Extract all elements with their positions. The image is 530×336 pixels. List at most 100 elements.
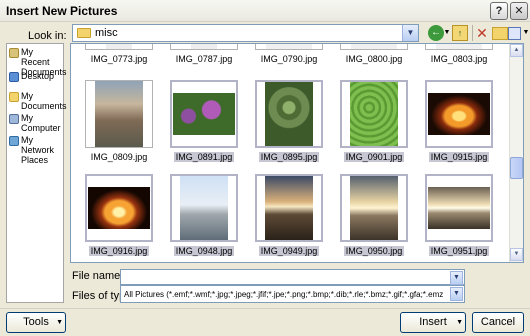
toolbar-separator bbox=[472, 25, 473, 41]
photo bbox=[436, 44, 482, 49]
files-of-type-value: All Pictures (*.emf;*.wmf;*.jpg;*.jpeg;*… bbox=[124, 290, 444, 299]
look-in-label: Look in: bbox=[28, 30, 67, 42]
cancel-button[interactable]: Cancel bbox=[472, 312, 524, 333]
file-name-label: File name: bbox=[72, 270, 124, 282]
file-name: IMG_0948.jpg bbox=[173, 246, 235, 256]
file-item[interactable]: IMG_0948.jpg bbox=[162, 174, 246, 262]
views-icon[interactable] bbox=[508, 27, 521, 40]
file-item[interactable]: IMG_0901.jpg bbox=[332, 80, 416, 170]
file-item[interactable]: IMG_0891.jpg bbox=[162, 80, 246, 170]
place-desktop[interactable]: Desktop bbox=[9, 71, 63, 82]
thumbnail bbox=[170, 174, 238, 242]
thumbnail bbox=[255, 80, 323, 148]
photo bbox=[106, 44, 132, 49]
place-my-documents[interactable]: My Documents bbox=[9, 91, 67, 111]
file-item[interactable]: IMG_0895.jpg bbox=[247, 80, 331, 170]
file-item[interactable]: IMG_0809.jpg bbox=[77, 80, 161, 170]
file-item[interactable]: IMG_0803.jpg bbox=[417, 44, 501, 72]
chevron-down-icon[interactable]: ▼ bbox=[450, 271, 463, 285]
file-item[interactable]: IMG_0773.jpg bbox=[77, 44, 161, 72]
thumbnail bbox=[170, 80, 238, 148]
my-computer-icon bbox=[9, 114, 19, 124]
photo bbox=[350, 176, 398, 240]
insert-label: Insert bbox=[419, 316, 447, 328]
files-of-type-select[interactable]: All Pictures (*.emf;*.wmf;*.jpg;*.jpeg;*… bbox=[120, 285, 465, 303]
thumbnail bbox=[85, 80, 153, 148]
place-label: Desktop bbox=[21, 71, 55, 81]
close-button[interactable]: ✕ bbox=[510, 2, 528, 20]
thumbnail bbox=[425, 174, 493, 242]
thumbnail bbox=[340, 80, 408, 148]
photo bbox=[265, 82, 313, 146]
photo bbox=[265, 176, 313, 240]
network-places-icon bbox=[9, 136, 19, 146]
file-item[interactable]: IMG_0915.jpg bbox=[417, 80, 501, 170]
photo bbox=[191, 44, 217, 49]
file-list[interactable]: IMG_0773.jpg IMG_0787.jpg IMG_0790.jpg I… bbox=[70, 43, 524, 263]
chevron-down-icon: ▼ bbox=[456, 319, 463, 326]
file-name: IMG_0949.jpg bbox=[258, 246, 320, 256]
file-name-field[interactable]: ▼ bbox=[120, 269, 465, 285]
photo bbox=[266, 44, 312, 49]
chevron-down-icon[interactable]: ▼ bbox=[402, 25, 418, 41]
thumbnail bbox=[425, 44, 493, 50]
thumbnail bbox=[255, 44, 323, 50]
delete-icon[interactable]: ✕ bbox=[474, 25, 490, 41]
thumbnail bbox=[425, 80, 493, 148]
recent-documents-icon bbox=[9, 48, 19, 58]
thumbnail bbox=[85, 174, 153, 242]
file-name: IMG_0800.jpg bbox=[345, 54, 403, 64]
views-dropdown-icon[interactable]: ▼ bbox=[522, 25, 530, 41]
places-bar: My Recent Documents Desktop My Documents… bbox=[6, 43, 67, 303]
file-name: IMG_0901.jpg bbox=[343, 152, 405, 162]
file-name: IMG_0950.jpg bbox=[343, 246, 405, 256]
file-name: IMG_0895.jpg bbox=[258, 152, 320, 162]
thumbnail bbox=[85, 44, 153, 50]
file-name: IMG_0803.jpg bbox=[430, 54, 488, 64]
photo bbox=[428, 187, 490, 229]
file-name: IMG_0790.jpg bbox=[260, 54, 318, 64]
photo bbox=[351, 44, 397, 49]
new-folder-icon[interactable] bbox=[492, 27, 508, 40]
scroll-up-icon[interactable]: ▲ bbox=[510, 44, 523, 57]
look-in-dropdown[interactable]: misc ▼ bbox=[72, 24, 419, 42]
file-item[interactable]: IMG_0916.jpg bbox=[77, 174, 161, 262]
vertical-scrollbar[interactable]: ▲ ▼ bbox=[509, 44, 523, 262]
window-title: Insert New Pictures bbox=[6, 4, 118, 18]
file-item[interactable]: IMG_0951.jpg bbox=[417, 174, 501, 262]
folder-icon bbox=[77, 28, 91, 38]
file-name: IMG_0891.jpg bbox=[173, 152, 235, 162]
file-item[interactable]: IMG_0949.jpg bbox=[247, 174, 331, 262]
file-item[interactable]: IMG_0790.jpg bbox=[247, 44, 331, 72]
scroll-down-icon[interactable]: ▼ bbox=[510, 248, 523, 261]
file-item[interactable]: IMG_0800.jpg bbox=[332, 44, 416, 72]
thumbnail bbox=[340, 174, 408, 242]
chevron-down-icon: ▼ bbox=[56, 319, 63, 326]
place-label: My Documents bbox=[21, 91, 67, 111]
file-item[interactable]: IMG_0950.jpg bbox=[332, 174, 416, 262]
photo bbox=[180, 176, 228, 240]
place-my-computer[interactable]: My Computer bbox=[9, 113, 63, 133]
file-name: IMG_0951.jpg bbox=[428, 246, 490, 256]
help-button[interactable]: ? bbox=[490, 2, 508, 20]
scroll-thumb[interactable] bbox=[510, 157, 523, 179]
chevron-down-icon[interactable]: ▼ bbox=[450, 287, 463, 301]
thumbnail bbox=[170, 44, 238, 50]
file-item[interactable]: IMG_0787.jpg bbox=[162, 44, 246, 72]
divider bbox=[0, 308, 530, 309]
tools-label: Tools bbox=[23, 316, 49, 328]
up-folder-icon[interactable]: ↑ bbox=[452, 25, 468, 41]
tools-button[interactable]: Tools ▼ bbox=[6, 312, 66, 333]
thumbnail bbox=[255, 174, 323, 242]
file-name: IMG_0915.jpg bbox=[428, 152, 490, 162]
photo bbox=[173, 93, 235, 135]
back-icon[interactable]: ← bbox=[428, 25, 444, 41]
thumbnail bbox=[340, 44, 408, 50]
look-in-value: misc bbox=[95, 27, 118, 39]
insert-button[interactable]: Insert ▼ bbox=[400, 312, 466, 333]
place-label: My Computer bbox=[21, 113, 61, 133]
cancel-label: Cancel bbox=[480, 316, 516, 328]
place-my-network-places[interactable]: My Network Places bbox=[9, 135, 63, 165]
file-name: IMG_0787.jpg bbox=[175, 54, 233, 64]
back-dropdown-icon[interactable]: ▼ bbox=[443, 25, 451, 41]
